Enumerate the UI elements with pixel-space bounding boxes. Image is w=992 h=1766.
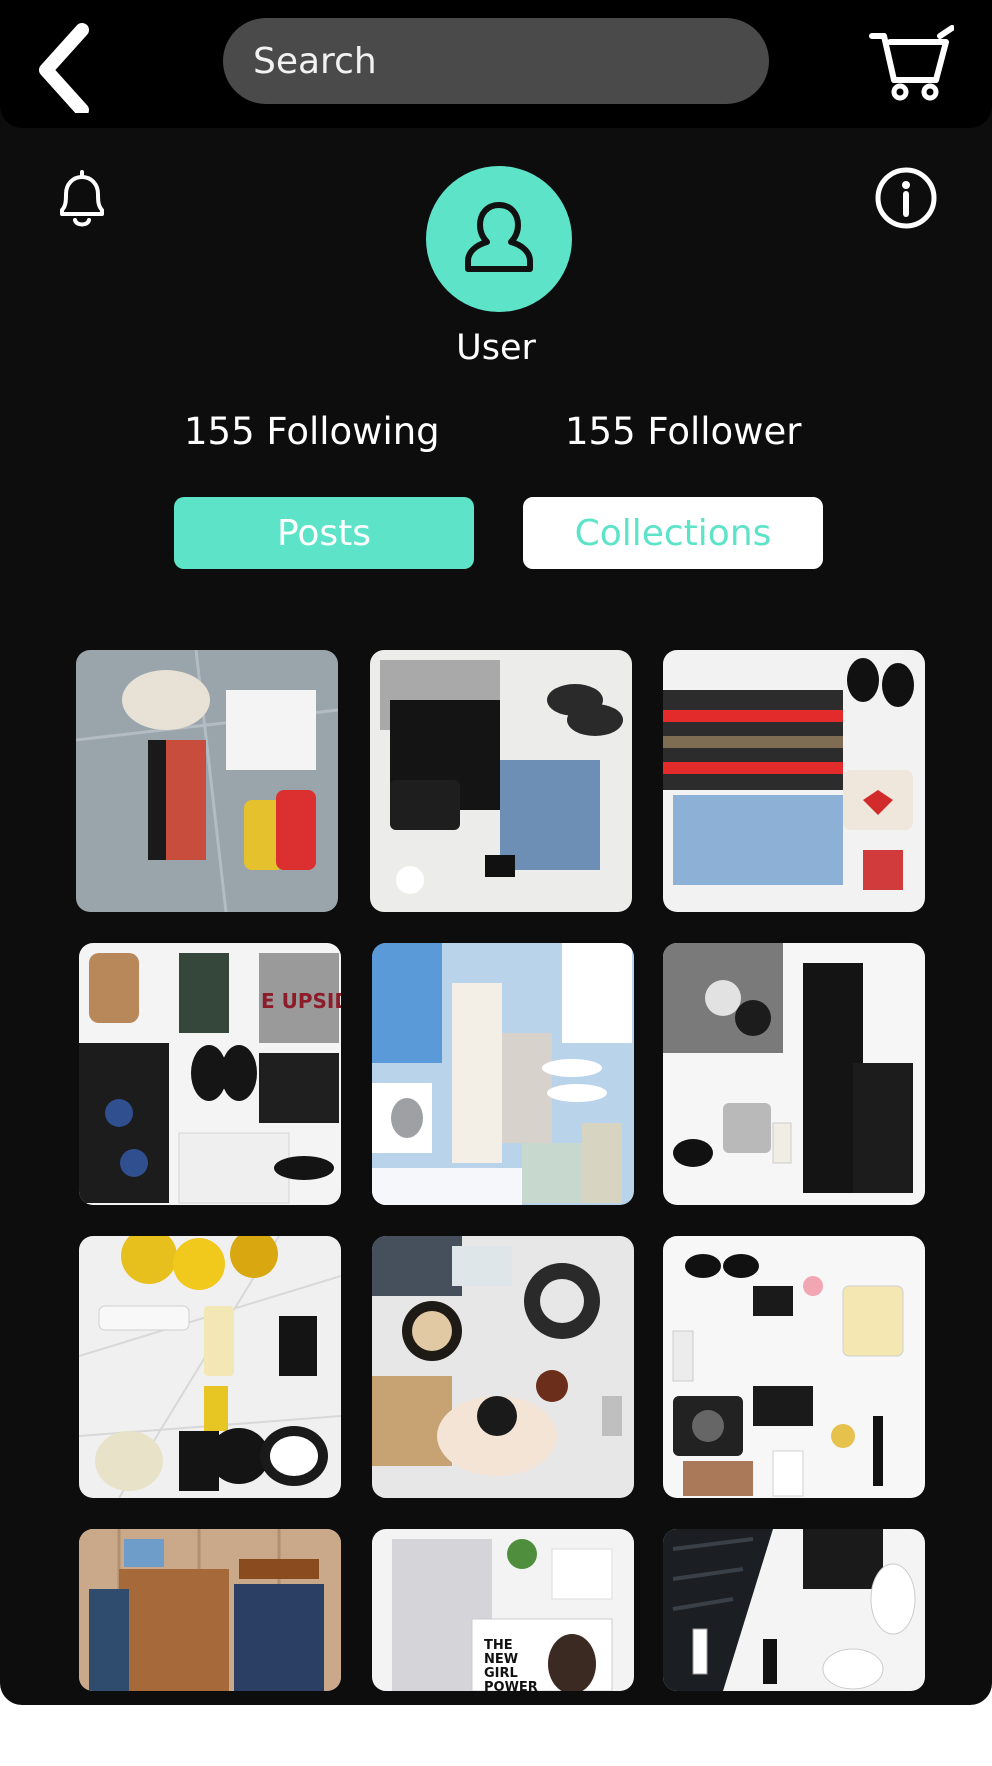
- svg-text:POWER: POWER: [484, 1680, 538, 1691]
- post-thumbnail[interactable]: THE NEW GIRL POWER: [372, 1529, 634, 1691]
- post-image: [663, 650, 925, 912]
- post-thumbnail[interactable]: [663, 650, 925, 912]
- post-image: [372, 1236, 634, 1498]
- user-icon: [465, 202, 533, 272]
- profile-screen: User 155 Following 155 Follower Posts Co…: [0, 0, 992, 1705]
- svg-text:E UPSIDI: E UPSIDI: [261, 989, 341, 1013]
- search-input[interactable]: [223, 18, 769, 104]
- cart-button[interactable]: [868, 22, 955, 104]
- info-button[interactable]: [874, 166, 938, 230]
- post-thumbnail[interactable]: [79, 1236, 341, 1498]
- info-icon: [875, 167, 937, 229]
- avatar[interactable]: [426, 166, 572, 312]
- post-image: E UPSIDI: [79, 943, 341, 1205]
- post-image: [76, 650, 338, 912]
- notifications-button[interactable]: [54, 170, 110, 232]
- cart-icon: [869, 25, 955, 101]
- username: User: [456, 328, 536, 368]
- bell-icon: [60, 170, 104, 227]
- chevron-left-icon: [39, 23, 89, 117]
- post-image: [663, 943, 925, 1205]
- svg-text:GIRL: GIRL: [484, 1666, 518, 1681]
- post-image: [79, 1529, 341, 1691]
- post-thumbnail[interactable]: [370, 650, 632, 912]
- back-button[interactable]: [30, 18, 110, 117]
- post-thumbnail[interactable]: [663, 943, 925, 1205]
- post-image: [663, 1236, 925, 1498]
- post-image: [370, 650, 632, 912]
- svg-text:THE: THE: [484, 1638, 513, 1653]
- post-image: [372, 943, 634, 1205]
- tab-posts[interactable]: Posts: [174, 497, 474, 569]
- post-thumbnail[interactable]: [372, 1236, 634, 1498]
- post-thumbnail[interactable]: [79, 1529, 341, 1691]
- post-image: [663, 1529, 925, 1691]
- follower-count[interactable]: 155 Follower: [565, 410, 801, 453]
- post-image: THE NEW GIRL POWER: [372, 1529, 634, 1691]
- tab-collections[interactable]: Collections: [523, 497, 823, 569]
- post-thumbnail[interactable]: [663, 1529, 925, 1691]
- following-count[interactable]: 155 Following: [184, 410, 440, 453]
- post-thumbnail[interactable]: [663, 1236, 925, 1498]
- svg-text:NEW: NEW: [484, 1652, 518, 1667]
- post-thumbnail[interactable]: [372, 943, 634, 1205]
- post-thumbnail[interactable]: E UPSIDI: [79, 943, 341, 1205]
- top-bar: [0, 0, 992, 128]
- post-thumbnail[interactable]: [76, 650, 338, 912]
- post-image: [79, 1236, 341, 1498]
